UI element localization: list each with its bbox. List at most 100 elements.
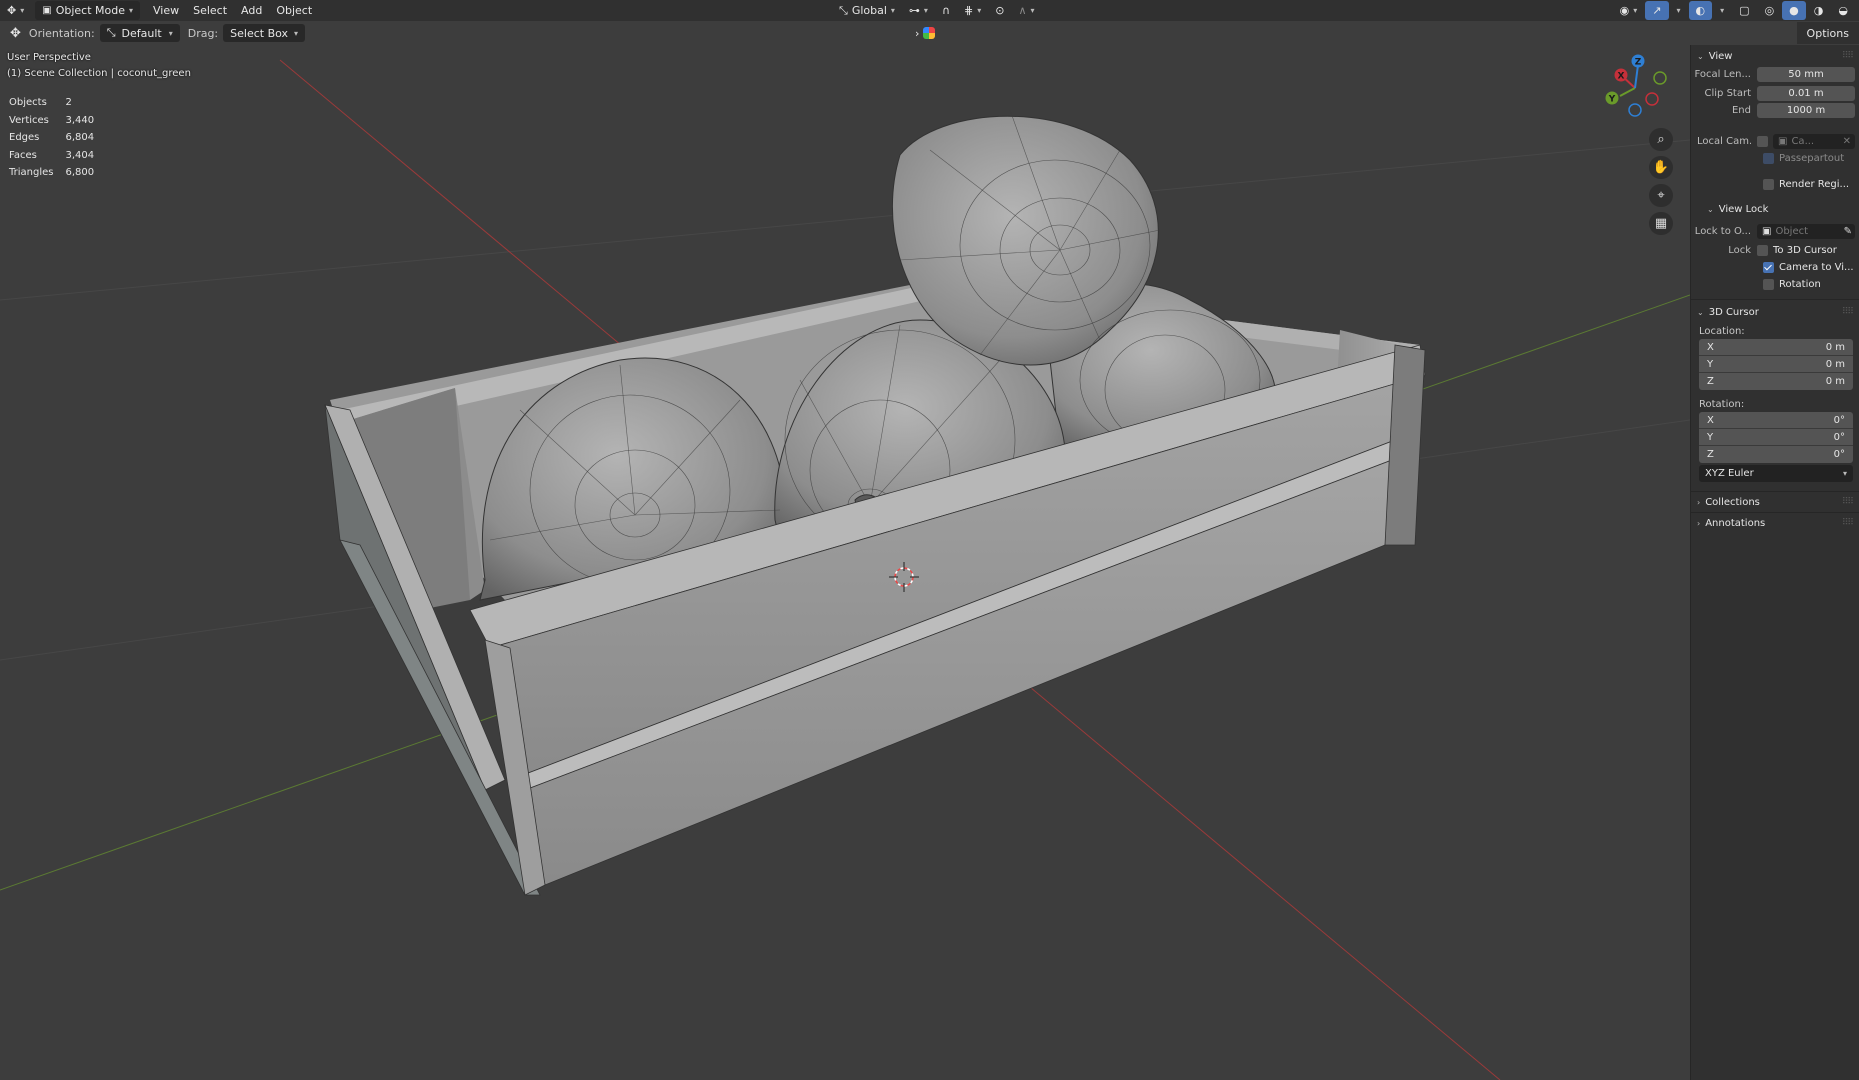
to-3d-cursor-label: To 3D Cursor — [1773, 245, 1837, 256]
view-panel-header[interactable]: ⌄ View ⠿⠿ — [1691, 46, 1859, 66]
rotation-mode-dropdown[interactable]: XYZ Euler ▾ — [1699, 465, 1853, 482]
camera-to-view-row: Camera to Vi... — [1691, 259, 1859, 276]
proportional-edit-icon: ⊙ — [995, 4, 1005, 17]
cursor-location-x[interactable]: X0 m — [1699, 339, 1853, 356]
cursor-rotation-z[interactable]: Z 0° — [1699, 446, 1853, 463]
transform-orientation-label: Global — [851, 4, 887, 17]
orientation-icon: ⤡ — [839, 3, 848, 17]
magnet-icon: ∩ — [941, 4, 950, 17]
options-button[interactable]: Options — [1796, 22, 1859, 44]
material-shading-icon: ◑ — [1813, 4, 1824, 17]
pan-hand-icon[interactable]: ✋ — [1649, 156, 1673, 179]
camera-to-view-checkbox[interactable] — [1763, 262, 1774, 273]
snap-target-icon: ⋕ — [964, 4, 974, 17]
clear-icon[interactable]: ✕ — [1843, 136, 1855, 147]
expand-chevron-icon: › — [1697, 497, 1701, 507]
editor-type-button[interactable]: ✥ ▾ — [0, 1, 31, 20]
drag-grip-icon[interactable]: ⠿⠿ — [1842, 307, 1854, 317]
menu-view[interactable]: View — [146, 1, 186, 20]
clip-start-field[interactable]: 0.01 m — [1757, 86, 1855, 101]
render-region-row: Render Regi... — [1691, 176, 1859, 193]
snap-toggle[interactable]: ∩ — [935, 1, 957, 20]
clip-start-label: Clip Start — [1704, 88, 1752, 99]
drag-grip-icon[interactable]: ⠿⠿ — [1842, 51, 1854, 61]
view-panel-title: View — [1708, 50, 1733, 62]
menu-select[interactable]: Select — [186, 1, 234, 20]
3d-viewport[interactable]: User Perspective (1) Scene Collection | … — [0, 45, 1690, 1080]
gizmo-neg-x[interactable] — [1645, 92, 1659, 106]
cursor-location-z[interactable]: Z0 m — [1699, 373, 1853, 390]
render-region-checkbox[interactable] — [1763, 179, 1774, 190]
zoom-icon[interactable]: ⌕ — [1649, 128, 1673, 151]
shading-material-button[interactable]: ◑ — [1807, 1, 1831, 20]
rotation-mode-value: XYZ Euler — [1705, 468, 1754, 479]
cursor-location-y[interactable]: Y0 m — [1699, 356, 1853, 373]
eyedropper-icon[interactable]: ✎ — [1844, 226, 1855, 237]
cursor-rotation-y[interactable]: Y 0° — [1699, 429, 1853, 446]
menu-object[interactable]: Object — [269, 1, 319, 20]
navigation-gizmo[interactable]: X Y Z — [1595, 53, 1675, 123]
passepartout-checkbox[interactable] — [1763, 153, 1774, 164]
menu-add[interactable]: Add — [234, 1, 269, 20]
shading-rendered-button[interactable]: ◒ — [1831, 1, 1855, 20]
shading-solid-button[interactable]: ● — [1782, 1, 1806, 20]
to-3d-cursor-checkbox[interactable] — [1757, 245, 1768, 256]
stat-row: Vertices 3,440 — [9, 114, 95, 126]
focal-length-row: Focal Len... 50 mm — [1691, 66, 1859, 83]
gizmo-icon: ↗ — [1652, 4, 1662, 17]
drag-value: Select Box — [230, 26, 289, 40]
clip-end-row: End 1000 m — [1691, 102, 1859, 119]
mode-label: Object Mode — [55, 4, 125, 17]
focal-length-field[interactable]: 50 mm — [1757, 67, 1855, 82]
lock-to-object-label: Lock to O... — [1694, 226, 1751, 237]
collections-panel-header[interactable]: › Collections ⠿⠿ — [1691, 492, 1859, 512]
viewport-nav-buttons: ⌕ ✋ ⌖ ▦ — [1649, 128, 1673, 235]
eye-icon: ◉ — [1619, 4, 1630, 17]
stat-row: Faces 3,404 — [9, 149, 95, 161]
expand-arrow-icon[interactable]: › — [915, 27, 919, 40]
camera-icon: ▣ — [1778, 136, 1788, 147]
solid-shading-icon: ● — [1789, 4, 1799, 17]
focal-length-label: Focal Len... — [1694, 69, 1751, 80]
drag-dropdown[interactable]: Select Box ▾ — [223, 24, 306, 42]
perspective-label: User Perspective — [7, 52, 91, 63]
overlays-toggle[interactable]: ◐ — [1688, 1, 1713, 20]
local-camera-field[interactable]: ▣ Ca... ✕ — [1773, 134, 1855, 149]
gizmo-neg-z[interactable] — [1628, 103, 1642, 117]
cursor-rotation-x[interactable]: X 0° — [1699, 412, 1853, 429]
overlays-dropdown[interactable]: ▾ — [1713, 1, 1731, 20]
annotations-title: Annotations — [1705, 517, 1766, 529]
view-lock-title: View Lock — [1718, 203, 1769, 215]
mode-dropdown[interactable]: ▣ Object Mode ▾ — [35, 1, 140, 20]
transform-orientation-dropdown[interactable]: ⤡ Global ▾ — [832, 1, 902, 20]
drag-grip-icon[interactable]: ⠿⠿ — [1842, 497, 1854, 507]
view-lock-header[interactable]: ⌄ View Lock — [1691, 199, 1859, 219]
viewport-scene — [0, 59, 1690, 1080]
shading-wireframe-button[interactable]: ◎ — [1758, 1, 1782, 20]
local-camera-checkbox[interactable] — [1757, 136, 1768, 147]
falloff-button[interactable]: ∧ ▾ — [1011, 1, 1041, 20]
blender-window: ✥ ▾ ▣ Object Mode ▾ View Select Add Objec… — [0, 0, 1859, 1080]
3d-cursor-panel-header[interactable]: ⌄ 3D Cursor ⠿⠿ — [1691, 302, 1859, 322]
camera-view-icon[interactable]: ⌖ — [1649, 184, 1673, 207]
drag-label: Drag: — [187, 26, 219, 40]
asset-browser-icon[interactable] — [923, 27, 936, 39]
drag-grip-icon[interactable]: ⠿⠿ — [1842, 518, 1854, 528]
scene-statistics: Objects 2 Vertices 3,440 Edges 6,804 Faces 3… — [7, 93, 106, 183]
gizmo-neg-y[interactable] — [1653, 71, 1667, 85]
clip-end-field[interactable]: 1000 m — [1757, 103, 1855, 118]
pivot-point-button[interactable]: ⊶ ▾ — [902, 1, 935, 20]
lock-object-field[interactable]: ▣ Object ✎ — [1757, 224, 1855, 239]
gizmo-toggle[interactable]: ↗ — [1645, 1, 1669, 20]
xray-toggle[interactable]: ▢ — [1732, 1, 1756, 20]
ortho-grid-icon[interactable]: ▦ — [1649, 212, 1673, 235]
visibility-button[interactable]: ◉ ▾ — [1613, 1, 1645, 20]
orientation-dropdown[interactable]: ⤡ Default ▾ — [99, 24, 180, 42]
snap-settings-button[interactable]: ⋕ ▾ — [957, 1, 988, 20]
proportional-edit-toggle[interactable]: ⊙ — [988, 1, 1011, 20]
passepartout-label: Passepartout — [1779, 153, 1845, 164]
gizmo-dropdown[interactable]: ▾ — [1670, 1, 1688, 20]
lock-rotation-checkbox[interactable] — [1763, 279, 1774, 290]
tool-settings-bar: ✥ Orientation: ⤡ Default ▾ Drag: Select … — [0, 21, 1859, 45]
annotations-panel-header[interactable]: › Annotations ⠿⠿ — [1691, 513, 1859, 533]
